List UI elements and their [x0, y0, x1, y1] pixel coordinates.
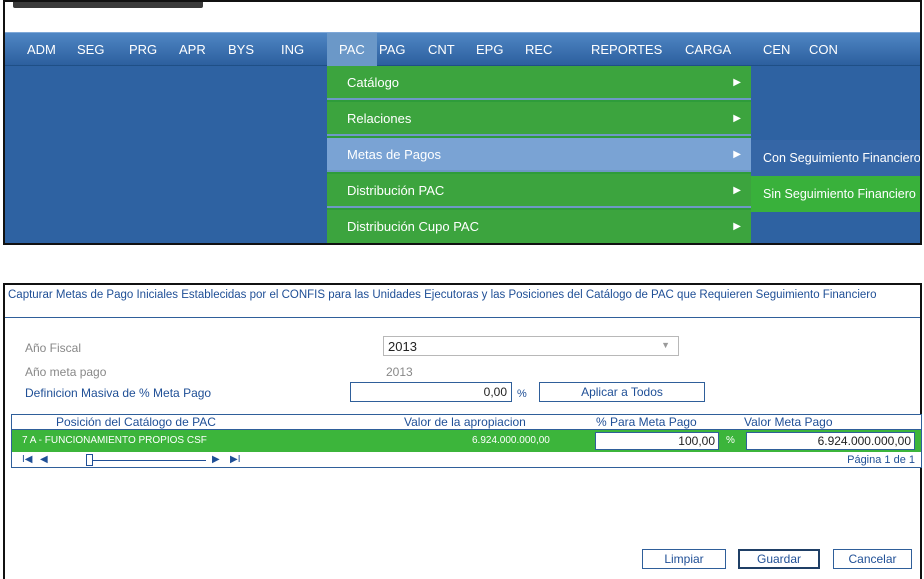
col-header-percent: % Para Meta Pago — [596, 415, 697, 429]
table-row[interactable]: 7 A - FUNCIONAMIENTO PROPIOS CSF 6.924.0… — [12, 430, 921, 452]
form-title: Capturar Metas de Pago Iniciales Estable… — [8, 289, 877, 301]
menu-item-label: Distribución Cupo PAC — [347, 219, 479, 234]
menu-carga[interactable]: CARGA — [677, 33, 739, 66]
grid-pager: I◀ ◀ ▶ ▶I Página 1 de 1 — [12, 453, 921, 468]
chevron-down-icon: ▼ — [661, 340, 670, 350]
menu-reportes[interactable]: REPORTES — [583, 33, 670, 66]
save-button[interactable]: Guardar — [738, 549, 820, 569]
menu-item-metas-de-pagos[interactable]: Metas de Pagos ▶ — [327, 138, 751, 172]
percent-symbol: % — [517, 388, 527, 400]
pac-dropdown-menu: Catálogo ▶ Relaciones ▶ Metas de Pagos ▶… — [327, 66, 751, 243]
submenu-con-seguimiento[interactable]: Con Seguimiento Financiero — [751, 140, 920, 176]
menu-cen[interactable]: CEN — [755, 33, 798, 66]
menu-adm[interactable]: ADM — [19, 33, 64, 66]
page-indicator: Página 1 de 1 — [847, 454, 915, 466]
menu-item-relaciones[interactable]: Relaciones ▶ — [327, 102, 751, 136]
navigation-screenshot: ADM SEG PRG APR BYS ING PAC PAG CNT EPG … — [3, 0, 922, 245]
menu-item-distribucion-cupo-pac[interactable]: Distribución Cupo PAC ▶ — [327, 210, 751, 243]
menu-rec[interactable]: REC — [517, 33, 560, 66]
menu-item-distribucion-pac[interactable]: Distribución PAC ▶ — [327, 174, 751, 208]
menu-seg[interactable]: SEG — [69, 33, 112, 66]
menu-item-label: Catálogo — [347, 75, 400, 90]
menu-epg[interactable]: EPG — [468, 33, 511, 66]
menu-ing[interactable]: ING — [273, 33, 312, 66]
apply-all-button[interactable]: Aplicar a Todos — [539, 382, 705, 402]
bulk-percent-label: Definicion Masiva de % Meta Pago — [25, 386, 212, 400]
percent-goal-input[interactable]: 100,00 — [595, 432, 719, 450]
page-slider-track[interactable] — [86, 460, 206, 461]
fiscal-year-value: 2013 — [388, 339, 417, 354]
caret-right-icon: ▶ — [733, 113, 741, 124]
col-header-appropriation: Valor de la apropiacion — [404, 415, 526, 429]
row-percent-symbol: % — [726, 435, 735, 446]
header-logo — [13, 2, 203, 8]
menu-prg[interactable]: PRG — [121, 33, 165, 66]
app-header-strip — [5, 2, 920, 32]
menu-pac[interactable]: PAC — [327, 33, 377, 66]
menu-bys[interactable]: BYS — [220, 33, 262, 66]
fiscal-year-label: Año Fiscal — [25, 341, 82, 355]
last-page-icon[interactable]: ▶I — [230, 454, 240, 466]
caret-right-icon: ▶ — [733, 77, 741, 88]
menu-item-label: Distribución PAC — [347, 183, 445, 198]
cancel-button[interactable]: Cancelar — [833, 549, 912, 569]
grid-header: Posición del Catálogo de PAC Valor de la… — [12, 415, 921, 430]
clear-button[interactable]: Limpiar — [642, 549, 726, 569]
goals-grid: Posición del Catálogo de PAC Valor de la… — [11, 414, 922, 468]
goal-value-input[interactable]: 6.924.000.000,00 — [746, 432, 915, 450]
bulk-percent-input[interactable]: 0,00 — [350, 382, 512, 402]
cell-position: 7 A - FUNCIONAMIENTO PROPIOS CSF — [22, 435, 207, 446]
next-page-icon[interactable]: ▶ — [212, 454, 220, 466]
cell-appropriation: 6.924.000.000,00 — [472, 435, 550, 446]
menu-item-label: Metas de Pagos — [347, 147, 441, 162]
caret-right-icon: ▶ — [733, 221, 741, 232]
meta-year-value: 2013 — [386, 365, 413, 379]
menu-item-label: Relaciones — [347, 111, 412, 126]
col-header-goal-value: Valor Meta Pago — [744, 415, 833, 429]
menu-con[interactable]: CON — [801, 33, 846, 66]
first-page-icon[interactable]: I◀ — [22, 454, 32, 466]
metas-submenu: Con Seguimiento Financiero Sin Seguimien… — [751, 140, 920, 212]
capture-form-panel: Capturar Metas de Pago Iniciales Estable… — [3, 283, 922, 579]
caret-right-icon: ▶ — [733, 149, 741, 160]
menu-cnt[interactable]: CNT — [420, 33, 463, 66]
meta-year-label: Año meta pago — [25, 365, 107, 379]
main-menubar: ADM SEG PRG APR BYS ING PAC PAG CNT EPG … — [5, 32, 920, 66]
title-divider — [5, 317, 920, 318]
page-slider-thumb[interactable] — [86, 454, 93, 466]
menu-item-catalogo[interactable]: Catálogo ▶ — [327, 66, 751, 100]
caret-right-icon: ▶ — [733, 185, 741, 196]
submenu-sin-seguimiento[interactable]: Sin Seguimiento Financiero — [751, 176, 920, 212]
menu-apr[interactable]: APR — [171, 33, 214, 66]
prev-page-icon[interactable]: ◀ — [40, 454, 48, 466]
menu-pag[interactable]: PAG — [371, 33, 414, 66]
fiscal-year-select[interactable]: 2013 ▼ — [383, 336, 679, 356]
col-header-position: Posición del Catálogo de PAC — [56, 415, 216, 429]
